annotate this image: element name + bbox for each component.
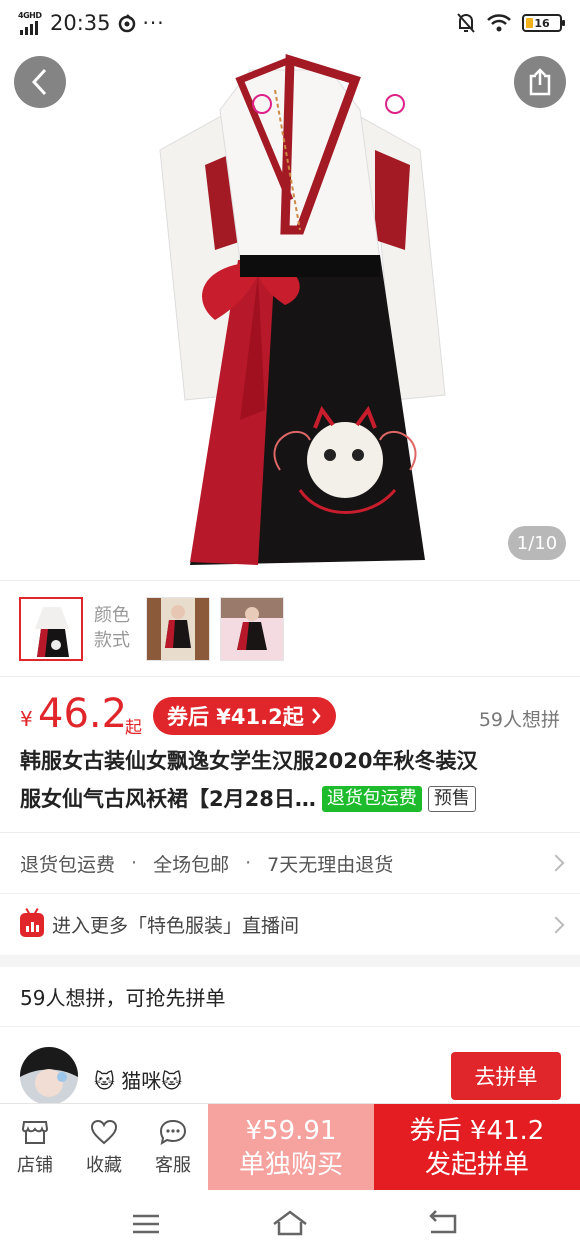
variant-thumb-3[interactable] [220, 597, 284, 661]
customer-service-button[interactable]: 客服 [138, 1104, 208, 1191]
variant-selector: 颜色款式 [0, 580, 580, 676]
favorite-label: 收藏 [86, 1154, 122, 1176]
chevron-right-icon [547, 854, 565, 872]
variant-image [21, 599, 81, 659]
status-bar: 4GHD 20:35 ··· 16 [0, 0, 580, 46]
mute-bell-icon [457, 13, 475, 33]
shop-icon [21, 1120, 49, 1144]
wifi-icon [487, 14, 511, 32]
product-title: 韩服女古装仙女飘逸女学生汉服2020年秋冬装汉 服女仙气古风袄裙【2月28日… … [20, 742, 560, 818]
coupon-label: 券后 ¥41.2起 [167, 705, 304, 729]
variant-image [147, 598, 209, 660]
image-page-indicator: 1/10 [508, 526, 566, 560]
title-line-2: 服女仙气古风袄裙【2月28日… [20, 787, 316, 811]
group-buy-header: 59人想拼，可抢先拼单 [0, 967, 580, 1027]
live-room-text: 进入更多「特色服装」直播间 [52, 915, 300, 937]
presale-tag: 预售 [427, 786, 476, 812]
back-nav-icon[interactable] [423, 1204, 463, 1244]
status-time: 20:35 [50, 11, 111, 35]
chevron-right-icon [547, 916, 565, 933]
service-item-free-shipping: 全场包邮 [153, 853, 230, 876]
separator: · [131, 852, 138, 874]
avatar [20, 1047, 78, 1105]
group-buy-user-row: 🐱 猫咪🐱 去拼单 [0, 1027, 580, 1105]
notification-app-icon [118, 14, 135, 33]
service-guarantees[interactable]: 退货包运费 · 全场包邮 · 7天无理由退货 [0, 832, 580, 893]
network-type: 4GHD [18, 11, 42, 20]
price-suffix: 起 [125, 718, 142, 738]
back-button[interactable] [14, 56, 66, 108]
live-room-link[interactable]: 进入更多「特色服装」直播间 [0, 893, 580, 955]
menu-icon[interactable] [126, 1204, 166, 1244]
favorite-button[interactable]: 收藏 [69, 1104, 139, 1191]
buy-alone-button[interactable]: ¥59.91 单独购买 [208, 1104, 374, 1191]
separator: · [245, 852, 252, 874]
battery-icon: 16 [522, 14, 565, 32]
group-buy-price: 券后 ¥41.2 [409, 1115, 545, 1146]
back-arrow-icon [31, 68, 47, 96]
shop-button[interactable]: 店铺 [0, 1104, 70, 1191]
home-icon[interactable] [270, 1204, 310, 1244]
section-divider [0, 955, 580, 967]
chat-icon [159, 1119, 187, 1145]
share-button[interactable] [514, 56, 566, 108]
product-image-carousel[interactable] [0, 0, 580, 580]
bottom-action-bar: 店铺 收藏 客服 ¥59.91 单独购买 券后 ¥41.2 发起拼单 [0, 1103, 580, 1191]
more-dots-icon: ··· [142, 11, 165, 35]
join-group-button[interactable]: 去拼单 [451, 1052, 561, 1100]
variant-label: 颜色款式 [94, 605, 130, 651]
heart-icon [90, 1119, 118, 1144]
variant-thumb-1[interactable] [19, 597, 83, 661]
system-navigation-bar [0, 1190, 580, 1257]
price-currency: ¥ [20, 707, 33, 731]
service-item-return-shipping: 退货包运费 [20, 853, 116, 876]
service-item-7day-return: 7天无理由退货 [267, 853, 394, 876]
buy-alone-price: ¥59.91 [245, 1115, 337, 1146]
group-buy-label: 发起拼单 [424, 1149, 529, 1180]
live-tv-icon [20, 912, 44, 937]
coupon-button[interactable]: 券后 ¥41.2起 [153, 697, 336, 735]
return-shipping-tag: 退货包运费 [321, 786, 422, 812]
avatar-image [20, 1047, 78, 1105]
customer-service-label: 客服 [155, 1154, 191, 1176]
variant-thumb-2[interactable] [146, 597, 210, 661]
price-value: 46.2 [38, 691, 128, 737]
product-photo [159, 53, 446, 565]
battery-level: 16 [534, 16, 550, 30]
title-line-1: 韩服女古装仙女飘逸女学生汉服2020年秋冬装汉 [20, 749, 478, 773]
chevron-right-icon [311, 708, 321, 724]
variant-image [221, 598, 283, 660]
shop-label: 店铺 [17, 1154, 53, 1176]
share-icon [529, 68, 551, 96]
buy-alone-label: 单独购买 [238, 1149, 343, 1180]
group-user-name: 🐱 猫咪🐱 [94, 1069, 183, 1093]
start-group-buy-button[interactable]: 券后 ¥41.2 发起拼单 [374, 1104, 580, 1191]
price-row: ¥ 46.2 起 券后 ¥41.2起 59人想拼 [0, 676, 580, 748]
signal-icon: 4GHD [18, 11, 44, 35]
want-count: 59人想拼 [478, 709, 560, 731]
